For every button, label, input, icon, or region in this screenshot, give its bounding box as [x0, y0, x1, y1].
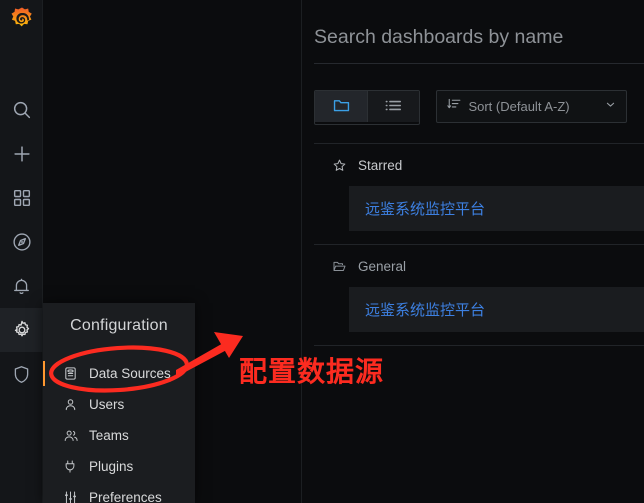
users-icon — [63, 428, 83, 443]
plug-icon — [63, 459, 83, 474]
dashboard-title: 远鉴系统监控平台 — [365, 201, 486, 218]
dashboards-grid-icon — [12, 188, 32, 208]
search-toolbar: Sort (Default A-Z) — [314, 90, 628, 125]
database-icon — [63, 366, 83, 381]
sort-dropdown[interactable]: Sort (Default A-Z) — [436, 90, 628, 123]
sidebar-item-configuration[interactable] — [0, 308, 43, 352]
folder-view-button[interactable] — [315, 91, 367, 122]
annotation-text: 配置数据源 — [239, 355, 385, 388]
dashboard-list-item[interactable]: 远鉴系统监控平台 — [349, 186, 644, 231]
menu-item-data-sources[interactable]: Data Sources — [43, 358, 195, 389]
configuration-flyout-menu: Configuration Data Sources Users Teams P… — [43, 303, 195, 503]
user-icon — [63, 397, 83, 412]
search-input[interactable] — [314, 22, 639, 52]
section-label: General — [358, 258, 407, 274]
gear-icon — [11, 319, 33, 341]
results-section-general: General 远鉴系统监控平台 — [314, 245, 644, 346]
sidebar-item-search[interactable] — [0, 88, 43, 132]
dashboard-results-list: Starred 远鉴系统监控平台 General 远鉴系统监控平台 — [314, 143, 644, 346]
sidebar-item-alerting[interactable] — [0, 264, 43, 308]
dashboard-title: 远鉴系统监控平台 — [365, 302, 486, 319]
chevron-down-icon — [604, 98, 617, 116]
menu-item-teams[interactable]: Teams — [43, 420, 195, 451]
search-icon — [11, 99, 33, 121]
menu-item-label: Data Sources — [89, 366, 171, 381]
config-menu-title: Configuration — [70, 317, 168, 334]
section-header[interactable]: General — [314, 245, 644, 287]
section-header[interactable]: Starred — [314, 144, 644, 186]
list-view-button[interactable] — [367, 91, 419, 122]
section-label: Starred — [358, 157, 403, 173]
menu-item-label: Users — [89, 397, 125, 412]
grafana-window: Configuration Data Sources Users Teams P… — [0, 0, 644, 503]
list-icon — [384, 98, 403, 116]
plus-icon — [11, 143, 33, 165]
view-toggle-group — [314, 90, 420, 125]
bell-icon — [11, 276, 32, 297]
dashboard-search-panel: Sort (Default A-Z) Starred — [301, 0, 644, 503]
shield-icon — [11, 364, 32, 385]
menu-item-label: Plugins — [89, 459, 134, 474]
menu-item-users[interactable]: Users — [43, 389, 195, 420]
sidebar-item-dashboards[interactable] — [0, 176, 43, 220]
menu-item-plugins[interactable]: Plugins — [43, 451, 195, 482]
sort-dropdown-label: Sort (Default A-Z) — [468, 99, 570, 114]
menu-item-preferences[interactable]: Preferences — [43, 482, 195, 503]
compass-icon — [11, 231, 33, 253]
sliders-icon — [63, 490, 83, 503]
results-section-starred: Starred 远鉴系统监控平台 — [314, 144, 644, 245]
folder-open-icon — [332, 259, 349, 274]
star-icon — [332, 158, 349, 173]
search-field-wrapper — [314, 22, 644, 64]
sidebar-item-server-admin[interactable] — [0, 352, 43, 396]
sort-amount-down-icon — [447, 97, 461, 116]
sidebar-item-explore[interactable] — [0, 220, 43, 264]
left-nav-rail — [0, 0, 43, 503]
dashboard-list-item[interactable]: 远鉴系统监控平台 — [349, 287, 644, 332]
menu-item-label: Teams — [89, 428, 129, 443]
folder-icon — [332, 97, 351, 117]
sidebar-item-create[interactable] — [0, 132, 43, 176]
grafana-logo-icon[interactable] — [7, 6, 37, 36]
menu-item-label: Preferences — [89, 490, 162, 503]
